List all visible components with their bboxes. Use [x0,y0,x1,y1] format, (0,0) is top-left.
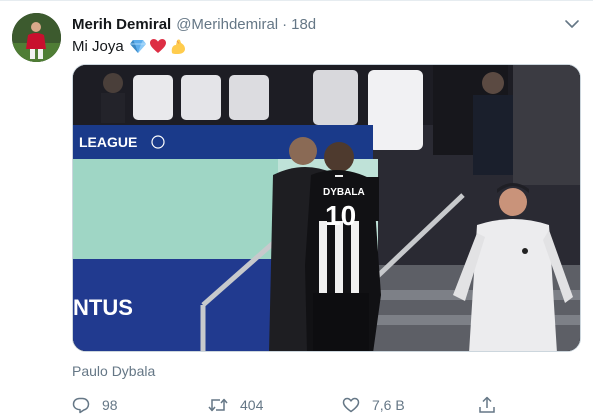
tweet-card[interactable]: Merih Demiral @Merihdemiral · 18d Mi Joy… [0,0,593,420]
board-text: LEAGUE [79,134,137,150]
tweet-timestamp[interactable]: 18d [291,16,316,33]
board-bottom-text: NTUS [73,295,133,320]
like-icon [342,396,372,414]
tweet-header: Merih Demiral @Merihdemiral · 18d [72,14,316,34]
tweet-photo[interactable]: LEAGUE NTUS DYBALA 10 [72,64,581,352]
reply-button[interactable]: 98 [72,394,118,416]
author-name[interactable]: Merih Demiral [72,16,171,33]
like-count: 7,6 B [372,397,405,413]
avatar[interactable] [12,13,61,62]
retweet-count: 404 [240,397,264,413]
chevron-down-icon[interactable] [563,15,581,33]
reply-count: 98 [102,397,118,413]
tweet-actions: 98 404 7,6 B [72,394,512,416]
flexed-biceps-emoji-icon [169,37,187,55]
separator-dot: · [282,15,288,33]
red-heart-emoji-icon [149,37,167,55]
jersey-number-text: 10 [325,200,356,231]
like-button[interactable]: 7,6 B [342,394,405,416]
jersey-name-text: DYBALA [323,187,365,198]
tweet-text-body: Mi Joya [72,37,124,55]
tagged-people[interactable]: Paulo Dybala [72,363,155,379]
share-button[interactable] [478,394,508,416]
tweet-text: Mi Joya [72,36,187,56]
retweet-icon [208,396,240,414]
gem-emoji-icon [129,37,147,55]
share-icon [478,396,508,414]
retweet-button[interactable]: 404 [208,394,263,416]
emoji-group [129,37,187,55]
author-handle[interactable]: @Merihdemiral [176,16,278,33]
reply-icon [72,396,102,414]
